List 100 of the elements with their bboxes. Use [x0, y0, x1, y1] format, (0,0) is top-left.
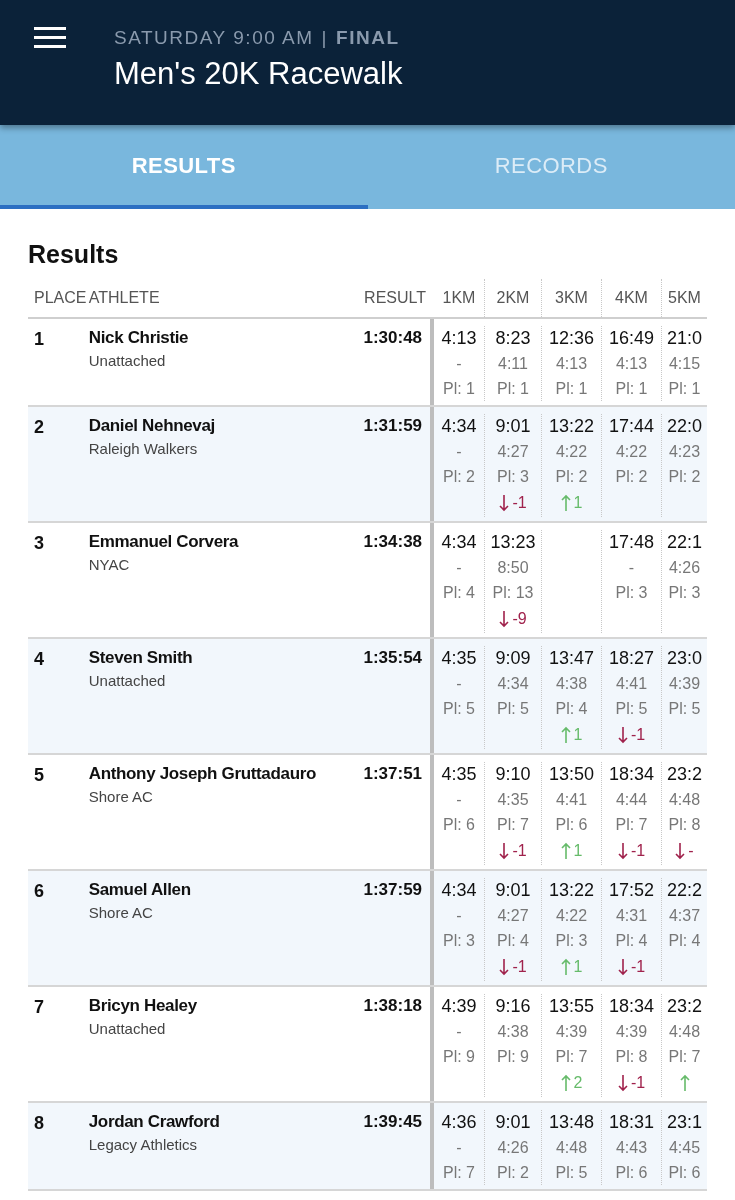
lap-time: 4:13	[555, 354, 588, 374]
lap-time: 4:43	[615, 1138, 648, 1158]
split-time: 9:16	[495, 995, 531, 1018]
column-header: 3KM	[541, 279, 601, 317]
result-time: 1:35:54	[363, 647, 423, 669]
place-number: 6	[34, 881, 44, 901]
split-time: 13:48	[548, 1111, 594, 1134]
column-header: 2KM	[484, 279, 541, 317]
lap-time: 4:38	[555, 674, 588, 694]
split-place: Pl: 5	[497, 699, 529, 719]
lap-time: 4:48	[668, 790, 701, 810]
result-time: 1:37:59	[363, 879, 423, 901]
team-name: Shore AC	[88, 903, 153, 923]
lap-time: -	[456, 442, 462, 462]
place-number: 7	[34, 997, 44, 1017]
place-number: 1	[34, 329, 44, 349]
place-change: -1	[512, 841, 527, 861]
split-place: Pl: 2	[555, 467, 588, 487]
team-name: Shore AC	[88, 787, 153, 807]
split-time: 4:35	[441, 647, 477, 670]
place-change: -9	[512, 609, 527, 629]
section-title: Results	[28, 239, 120, 269]
split-time: 23:0	[666, 647, 702, 670]
split-place: Pl: 5	[555, 1163, 588, 1183]
split-place: Pl: 2	[443, 467, 475, 487]
athlete-name: Anthony Joseph Gruttadauro	[88, 763, 316, 785]
lap-time: 4:48	[555, 1138, 588, 1158]
split-time: 21:0	[666, 327, 702, 350]
split-place: Pl: 2	[615, 467, 648, 487]
team-name: Unattached	[88, 1019, 166, 1039]
split-place: Pl: 7	[497, 815, 529, 835]
split-time: 4:34	[441, 531, 477, 554]
athlete-name: Bricyn Healey	[88, 995, 197, 1017]
split-place: Pl: 4	[555, 699, 588, 719]
lap-time: -	[456, 906, 462, 926]
split-time: 8:23	[495, 327, 531, 350]
split-place: Pl: 5	[615, 699, 648, 719]
place-number: 5	[34, 765, 44, 785]
team-name: Unattached	[88, 351, 166, 371]
tab[interactable]: RESULTS	[0, 125, 368, 209]
split-time: 9:01	[495, 415, 531, 438]
tab[interactable]: RECORDS	[367, 125, 735, 209]
split-place: Pl: 1	[555, 379, 588, 399]
place-change: -1	[512, 957, 527, 977]
split-place: Pl: 8	[615, 1047, 648, 1067]
athlete-name: Nick Christie	[88, 327, 189, 349]
column-header: RESULT	[363, 288, 427, 308]
split-place: Pl: 5	[668, 699, 701, 719]
athlete-name: Emmanuel Corvera	[88, 531, 239, 553]
lap-time: 4:34	[497, 674, 529, 694]
split-place: Pl: 7	[555, 1047, 588, 1067]
split-place: Pl: 9	[497, 1047, 529, 1067]
split-time: 12:36	[548, 327, 594, 350]
split-time: 17:48	[608, 531, 654, 554]
split-place: Pl: 3	[668, 583, 701, 603]
athlete-name: Steven Smith	[88, 647, 193, 669]
team-name: Unattached	[88, 671, 166, 691]
split-place: Pl: 6	[615, 1163, 648, 1183]
lap-time: 8:50	[497, 558, 529, 578]
place-number: 2	[34, 417, 44, 437]
column-header: 5KM	[661, 279, 707, 317]
split-time: 18:31	[608, 1111, 654, 1134]
result-time: 1:39:45	[363, 1111, 423, 1133]
split-place: Pl: 2	[497, 1163, 529, 1183]
lap-time: 4:23	[668, 442, 701, 462]
split-place: Pl: 7	[443, 1163, 475, 1183]
split-time: 22:2	[666, 879, 702, 902]
split-time: 9:10	[495, 763, 531, 786]
split-time: 13:55	[548, 995, 594, 1018]
place-number: 4	[34, 649, 44, 669]
split-place: Pl: 1	[615, 379, 648, 399]
split-time: 23:1	[666, 1111, 702, 1134]
event-time: SATURDAY 9:00 AM	[114, 26, 314, 50]
split-time: 4:35	[441, 763, 477, 786]
place-change: -1	[630, 957, 646, 977]
athlete-name: Daniel Nehnevaj	[88, 415, 215, 437]
team-name: Raleigh Walkers	[88, 439, 198, 459]
athlete-name: Samuel Allen	[88, 879, 191, 901]
split-place: Pl: 3	[555, 931, 588, 951]
lap-time: 4:27	[497, 442, 529, 462]
lap-time: 4:22	[615, 442, 648, 462]
place-change: -1	[512, 493, 527, 513]
lap-time: 4:41	[615, 674, 648, 694]
team-name: NYAC	[88, 555, 130, 575]
athlete-name: Jordan Crawford	[88, 1111, 220, 1133]
place-number: 3	[34, 533, 44, 553]
lap-time: -	[456, 1138, 462, 1158]
split-place: Pl: 6	[555, 815, 588, 835]
lap-time: 4:35	[497, 790, 529, 810]
split-place: Pl: 7	[668, 1047, 701, 1067]
lap-time: 4:22	[555, 442, 588, 462]
result-time: 1:34:38	[363, 531, 423, 553]
place-number: 8	[34, 1113, 44, 1133]
place-change: 1	[573, 841, 583, 861]
split-place: Pl: 1	[668, 379, 701, 399]
split-time: 22:0	[666, 415, 702, 438]
result-time: 1:37:51	[363, 763, 423, 785]
lap-time: 4:27	[497, 906, 529, 926]
menu-icon[interactable]	[34, 27, 66, 49]
lap-time: -	[456, 1022, 462, 1042]
